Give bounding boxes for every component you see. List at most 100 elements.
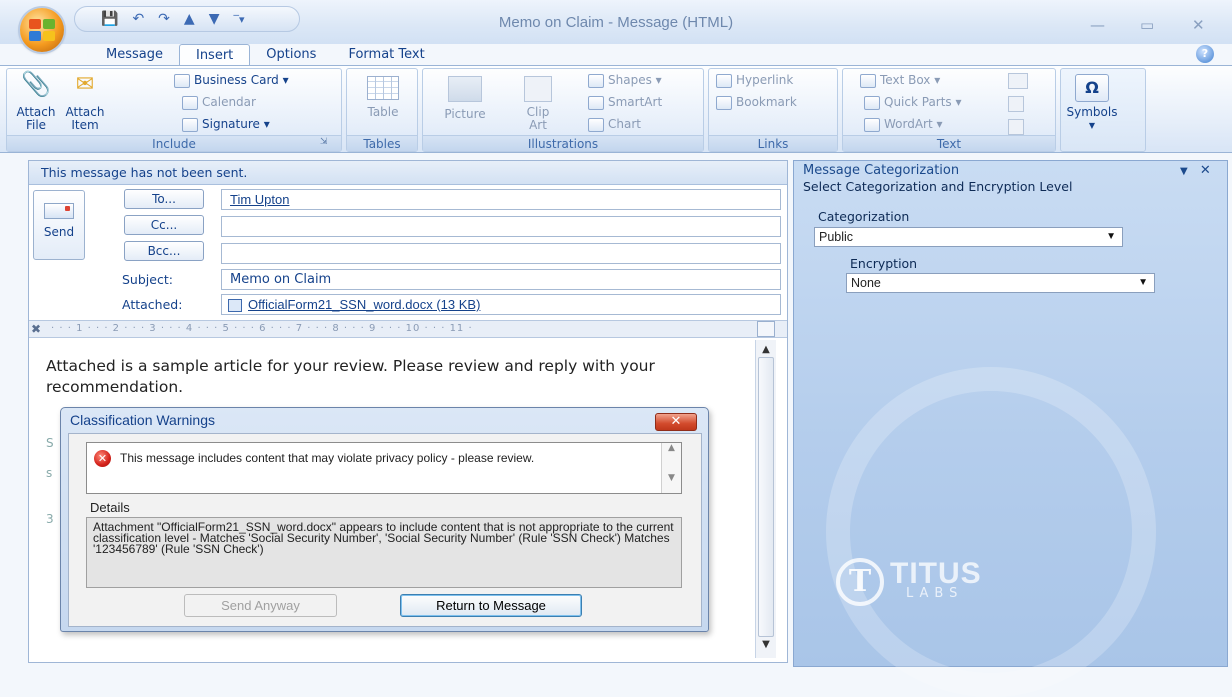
categorization-value: Public — [819, 230, 854, 244]
calendar-label: Calendar — [202, 95, 256, 109]
maximize-icon[interactable]: ▭ — [1140, 16, 1154, 34]
shapes-button[interactable]: Shapes ▾ — [588, 73, 662, 88]
scroll-down-icon[interactable]: ▼ — [756, 639, 776, 650]
encryption-select[interactable]: None ▼ — [846, 273, 1155, 293]
dropdown-arrow-icon: ▼ — [1088, 121, 1096, 130]
warning-scroll-down-icon[interactable]: ▼ — [662, 473, 681, 483]
bookmark-icon — [716, 95, 732, 110]
body-fragment: s — [46, 466, 53, 480]
office-logo-icon — [29, 19, 55, 41]
wordart-icon — [864, 117, 880, 132]
text-box-label: Text Box ▾ — [880, 73, 941, 87]
shapes-icon — [588, 73, 604, 88]
pane-title: Message Categorization — [803, 163, 960, 178]
minimize-icon[interactable]: — — [1090, 16, 1105, 34]
tab-stop-icon[interactable]: ✖ — [31, 322, 41, 336]
wordart-button[interactable]: WordArt ▾ — [864, 117, 943, 132]
chart-button[interactable]: Chart — [588, 117, 641, 132]
pane-controls: ▼ ✕ — [1180, 163, 1211, 178]
scroll-up-icon[interactable]: ▲ — [756, 344, 776, 355]
business-card-button[interactable]: Business Card ▾ — [174, 73, 289, 88]
send-button[interactable]: Send — [33, 190, 85, 260]
quick-parts-label: Quick Parts ▾ — [884, 95, 962, 109]
return-to-message-button[interactable]: Return to Message — [400, 594, 582, 617]
attach-file-label-2: File — [25, 118, 47, 132]
subject-field[interactable]: Memo on Claim — [221, 269, 781, 290]
warning-scroll-up-icon[interactable]: ▲ — [662, 443, 681, 453]
picture-icon — [448, 76, 482, 102]
clip-art-button[interactable]: Clip Art — [518, 76, 558, 132]
bcc-field[interactable] — [221, 243, 781, 264]
warning-scrollbar[interactable]: ▲ ▼ — [661, 443, 681, 493]
symbols-button[interactable]: Ω Symbols ▼ — [1062, 74, 1122, 132]
picture-button[interactable]: Picture — [440, 76, 490, 121]
attach-file-button[interactable]: 📎 Attach File — [14, 70, 58, 132]
business-card-icon — [174, 73, 190, 88]
signature-button[interactable]: Signature ▾ — [182, 117, 270, 132]
help-icon[interactable]: ? — [1196, 45, 1214, 63]
smartart-icon — [588, 95, 604, 110]
watermark-brand: TITUS — [890, 557, 982, 590]
send-anyway-button[interactable]: Send Anyway — [184, 594, 337, 617]
chevron-down-icon: ▼ — [1106, 231, 1116, 242]
send-label: Send — [43, 225, 75, 239]
dialog-launcher-icon[interactable]: ⇲ — [320, 137, 328, 147]
watermark-sub: LABS — [906, 586, 964, 601]
hyperlink-button[interactable]: Hyperlink — [716, 73, 793, 88]
pane-close-icon[interactable]: ✕ — [1200, 163, 1211, 178]
bookmark-label: Bookmark — [736, 95, 797, 109]
to-field[interactable]: Tim Upton — [221, 189, 781, 210]
to-button[interactable]: To... — [124, 189, 204, 209]
watermark-ring — [826, 367, 1156, 697]
dialog-close-icon[interactable]: ✕ — [655, 413, 697, 431]
symbols-label: Symbols — [1066, 105, 1118, 119]
shapes-label: Shapes ▾ — [608, 73, 662, 87]
ribbon-tabs: Message Insert Options Format Text — [90, 44, 441, 66]
calendar-button[interactable]: Calendar — [182, 95, 256, 110]
links-group-label: Links — [709, 135, 837, 151]
tables-group-label: Tables — [347, 135, 417, 151]
pane-subtitle: Select Categorization and Encryption Lev… — [803, 179, 1073, 194]
chevron-down-icon: ▼ — [1138, 277, 1148, 288]
smartart-label: SmartArt — [608, 95, 663, 109]
attach-item-button[interactable]: ✉ Attach Item — [62, 72, 108, 132]
table-button[interactable]: Table — [358, 76, 408, 119]
chart-label: Chart — [608, 117, 641, 131]
date-time-icon[interactable] — [1008, 96, 1024, 112]
categorization-select[interactable]: Public ▼ — [814, 227, 1123, 247]
hyperlink-label: Hyperlink — [736, 73, 794, 87]
office-button[interactable] — [20, 8, 64, 52]
wordart-label: WordArt ▾ — [884, 117, 943, 131]
close-icon[interactable]: ✕ — [1192, 16, 1205, 34]
table-label: Table — [367, 105, 399, 119]
tab-format-text[interactable]: Format Text — [332, 44, 440, 66]
view-ruler-icon[interactable] — [757, 321, 775, 337]
attached-label: Attached: — [122, 297, 183, 312]
info-bar: This message has not been sent. — [29, 161, 787, 185]
vertical-scrollbar[interactable]: ▲ ▼ — [755, 340, 776, 658]
error-icon: ✕ — [94, 450, 111, 467]
paperclip-icon: 📎 — [21, 70, 51, 98]
cc-button[interactable]: Cc... — [124, 215, 204, 235]
attachment-link[interactable]: OfficialForm21_SSN_word.docx (13 KB) — [248, 297, 480, 312]
drop-cap-icon[interactable] — [1008, 73, 1028, 89]
envelope-icon: ✉ — [75, 72, 95, 97]
text-group-label: Text — [843, 135, 1055, 151]
smartart-button[interactable]: SmartArt — [588, 95, 662, 110]
signature-icon — [182, 117, 198, 132]
scroll-thumb[interactable] — [758, 357, 774, 637]
message-body[interactable]: Attached is a sample article for your re… — [46, 356, 726, 398]
attachment-field[interactable]: OfficialForm21_SSN_word.docx (13 KB) — [221, 294, 781, 315]
bookmark-button[interactable]: Bookmark — [716, 95, 797, 110]
quick-parts-button[interactable]: Quick Parts ▾ — [864, 95, 962, 110]
cc-field[interactable] — [221, 216, 781, 237]
window-title: Memo on Claim - Message (HTML) — [498, 14, 734, 31]
bcc-button[interactable]: Bcc... — [124, 241, 204, 261]
pane-menu-icon[interactable]: ▼ — [1180, 166, 1188, 177]
tab-message[interactable]: Message — [90, 44, 179, 66]
tab-options[interactable]: Options — [250, 44, 332, 66]
quick-parts-icon — [864, 95, 880, 110]
text-box-button[interactable]: Text Box ▾ — [860, 73, 940, 88]
object-icon[interactable] — [1008, 119, 1024, 135]
tab-insert[interactable]: Insert — [178, 44, 251, 66]
